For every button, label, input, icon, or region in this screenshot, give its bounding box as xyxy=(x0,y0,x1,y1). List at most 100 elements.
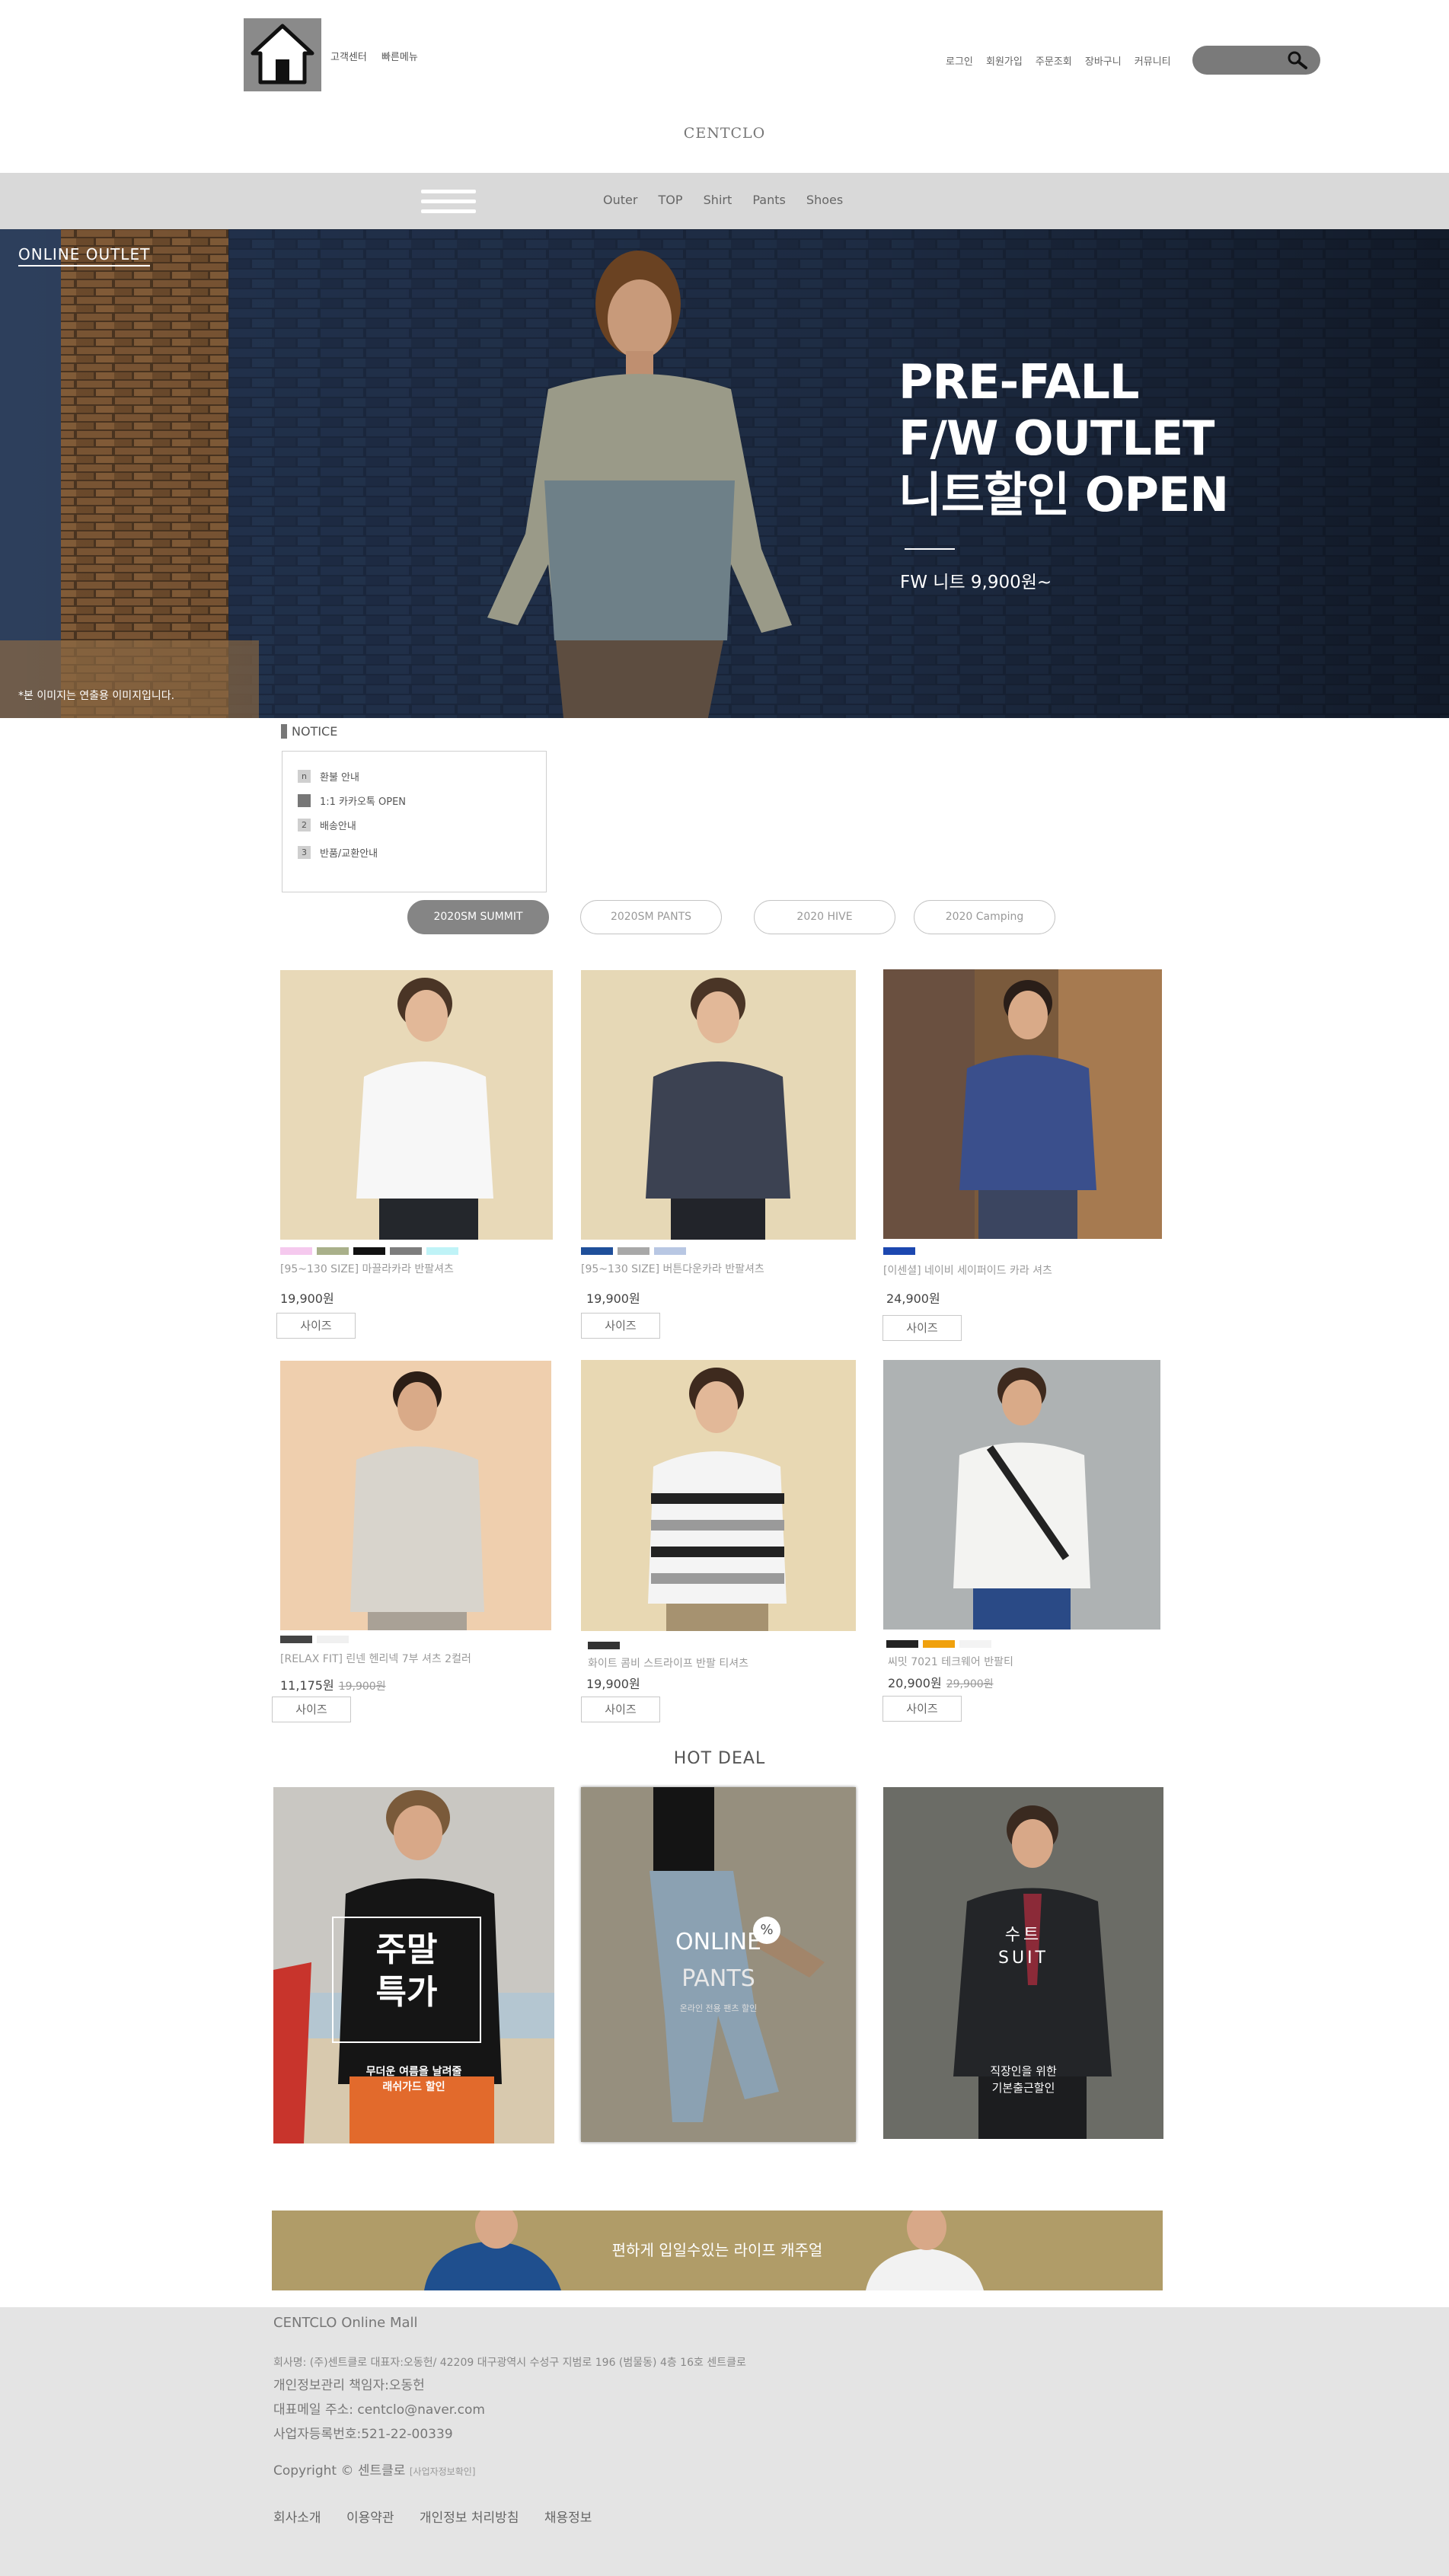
product-image[interactable] xyxy=(280,1361,551,1630)
deal-title-line: 주말 xyxy=(375,1930,438,1969)
cart-link[interactable]: 장바구니 xyxy=(1085,56,1122,68)
hot-deal-card-suit[interactable]: 수트 SUIT 직장인을 위한 기본출근할인 xyxy=(883,1787,1163,2139)
color-swatch[interactable] xyxy=(883,1247,915,1255)
product-name[interactable]: [이센셜] 네이비 세이퍼이드 카라 셔츠 xyxy=(883,1262,1052,1278)
casual-banner[interactable]: 편하게 입일수있는 라이프 캐주얼 xyxy=(272,2211,1163,2290)
product-price: 24,900원 xyxy=(886,1288,940,1307)
product-photo xyxy=(648,1368,787,1631)
color-swatch[interactable] xyxy=(588,1642,620,1649)
home-logo[interactable] xyxy=(244,18,321,91)
size-button[interactable]: 사이즈 xyxy=(276,1313,356,1339)
search-icon[interactable] xyxy=(1287,50,1308,70)
hero-tag[interactable]: ONLINE OUTLET xyxy=(18,245,151,267)
color-swatch[interactable] xyxy=(280,1247,312,1255)
hamburger-icon[interactable] xyxy=(421,188,476,215)
notice-item[interactable]: n 환불 안내 xyxy=(298,764,546,788)
color-swatch[interactable] xyxy=(280,1636,312,1643)
footer-link-about[interactable]: 회사소개 xyxy=(273,2511,321,2526)
deal-title: 주말 특가 xyxy=(332,1929,481,2014)
order-lookup-link[interactable]: 주문조회 xyxy=(1036,56,1072,68)
product-name[interactable]: 화이트 콤비 스트라이프 반팔 티셔츠 xyxy=(588,1655,748,1671)
hot-deal-card-weekend[interactable]: 주말 특가 무더운 여름을 날려줄 래쉬가드 할인 xyxy=(273,1787,554,2143)
product-image[interactable] xyxy=(280,970,553,1240)
color-swatch[interactable] xyxy=(654,1247,686,1255)
util-links-left: 고객센터 빠른메뉴 xyxy=(330,49,429,63)
color-swatch[interactable] xyxy=(426,1247,458,1255)
hero-note: *본 이미지는 연출용 이미지입니다. xyxy=(18,690,175,702)
footer-biz-info-link[interactable]: [사업자정보확인] xyxy=(410,2466,476,2477)
brand-name[interactable]: CENTCLO xyxy=(0,125,1449,142)
color-swatch[interactable] xyxy=(618,1247,649,1255)
product-name[interactable]: [95~130 SIZE] 버튼다운카라 반팔셔츠 xyxy=(581,1261,764,1276)
notice-badge: 3 xyxy=(298,845,311,859)
color-swatch[interactable] xyxy=(959,1640,991,1648)
color-swatch[interactable] xyxy=(353,1247,385,1255)
color-swatch[interactable] xyxy=(390,1247,422,1255)
product-photo xyxy=(350,1371,484,1630)
color-swatches xyxy=(280,1636,349,1643)
color-swatch[interactable] xyxy=(581,1247,613,1255)
color-swatch[interactable] xyxy=(317,1247,349,1255)
login-link[interactable]: 로그인 xyxy=(946,56,973,68)
customer-center-link[interactable]: 고객센터 xyxy=(330,52,367,63)
notice-item-text: 배송안내 xyxy=(320,820,356,832)
nav-outer[interactable]: Outer xyxy=(603,193,637,207)
product-price-value: 19,900원 xyxy=(280,1291,334,1306)
notice-item[interactable]: 3 반품/교환안내 xyxy=(298,840,546,864)
notice-item[interactable]: 1:1 카카오톡 OPEN xyxy=(298,788,546,812)
product-price-value: 19,900원 xyxy=(586,1291,640,1306)
signup-link[interactable]: 회원가입 xyxy=(986,56,1023,68)
size-button[interactable]: 사이즈 xyxy=(581,1697,660,1722)
deal-title-line: PANTS xyxy=(681,1965,755,1992)
tab-2020-camping[interactable]: 2020 Camping xyxy=(914,900,1055,934)
footer-link-careers[interactable]: 채용정보 xyxy=(544,2511,592,2526)
product-image[interactable] xyxy=(883,1360,1160,1630)
product-image[interactable] xyxy=(581,1360,856,1631)
deal-caption-line: 직장인을 위한 xyxy=(990,2064,1057,2078)
footer-links: 회사소개 이용약관 개인정보 처리방침 채용정보 xyxy=(273,2507,613,2526)
size-button[interactable]: 사이즈 xyxy=(272,1697,351,1722)
hero-divider xyxy=(905,548,955,550)
notice-marker xyxy=(281,724,287,739)
nav-shirt[interactable]: Shirt xyxy=(704,193,732,207)
color-swatch[interactable] xyxy=(317,1636,349,1643)
product-image[interactable] xyxy=(883,969,1162,1239)
search-input[interactable] xyxy=(1192,46,1320,75)
product-name[interactable]: [95~130 SIZE] 마끌라카라 반팔셔츠 xyxy=(280,1261,454,1276)
footer-copyright: Copyright © 센트클로 xyxy=(273,2463,406,2479)
tab-2020sm-pants[interactable]: 2020SM PANTS xyxy=(580,900,722,934)
quick-menu-link[interactable]: 빠른메뉴 xyxy=(381,52,418,63)
nav-top[interactable]: TOP xyxy=(659,193,683,207)
hero-banner[interactable]: ONLINE OUTLET PRE-FALL F/W OUTLET 니트할인 O… xyxy=(0,229,1449,718)
product-name[interactable]: [RELAX FIT] 린넨 헨리넥 7부 셔츠 2컬러 xyxy=(280,1651,471,1666)
hot-deal-title: HOT DEAL xyxy=(673,1749,766,1768)
notice-badge: 2 xyxy=(298,818,311,832)
size-button[interactable]: 사이즈 xyxy=(882,1696,962,1722)
footer-link-privacy[interactable]: 개인정보 처리방침 xyxy=(420,2511,519,2526)
size-button[interactable]: 사이즈 xyxy=(581,1313,660,1339)
color-swatch[interactable] xyxy=(923,1640,955,1648)
product-image[interactable] xyxy=(581,970,856,1240)
nav-pants[interactable]: Pants xyxy=(752,193,785,207)
color-swatch[interactable] xyxy=(886,1640,918,1648)
product-price: 11,175원 19,900원 xyxy=(280,1675,386,1693)
product-name[interactable]: 씨밋 7021 테크웨어 반팔티 xyxy=(888,1654,1013,1669)
deal-caption-line: 무더운 여름을 날려줄 xyxy=(365,2066,462,2078)
tab-2020-hive[interactable]: 2020 HIVE xyxy=(754,900,895,934)
main-nav: Outer TOP Shirt Pants Shoes xyxy=(0,173,1449,229)
hot-deal-card-pants[interactable]: % ONLINE PANTS 온라인 전용 팬츠 할인 xyxy=(581,1787,856,2142)
footer-link-terms[interactable]: 이용약관 xyxy=(346,2511,394,2526)
nav-shoes[interactable]: Shoes xyxy=(806,193,843,207)
color-swatches xyxy=(581,1247,686,1255)
deal-title-line: ONLINE xyxy=(675,1929,761,1955)
product-photo xyxy=(356,978,493,1240)
notice-item-text: 환불 안내 xyxy=(320,771,359,784)
product-price-value: 19,900원 xyxy=(586,1677,640,1691)
notice-badge: n xyxy=(298,769,311,783)
footer-email[interactable]: 대표메일 주소: centclo@naver.com xyxy=(273,2399,485,2418)
tab-2020sm-summit[interactable]: 2020SM SUMMIT xyxy=(407,900,549,934)
deal-caption: 직장인을 위한 기본출근할인 xyxy=(883,2063,1163,2096)
community-link[interactable]: 커뮤니티 xyxy=(1135,56,1171,68)
size-button[interactable]: 사이즈 xyxy=(882,1315,962,1341)
notice-item[interactable]: 2 배송안내 xyxy=(298,812,546,837)
